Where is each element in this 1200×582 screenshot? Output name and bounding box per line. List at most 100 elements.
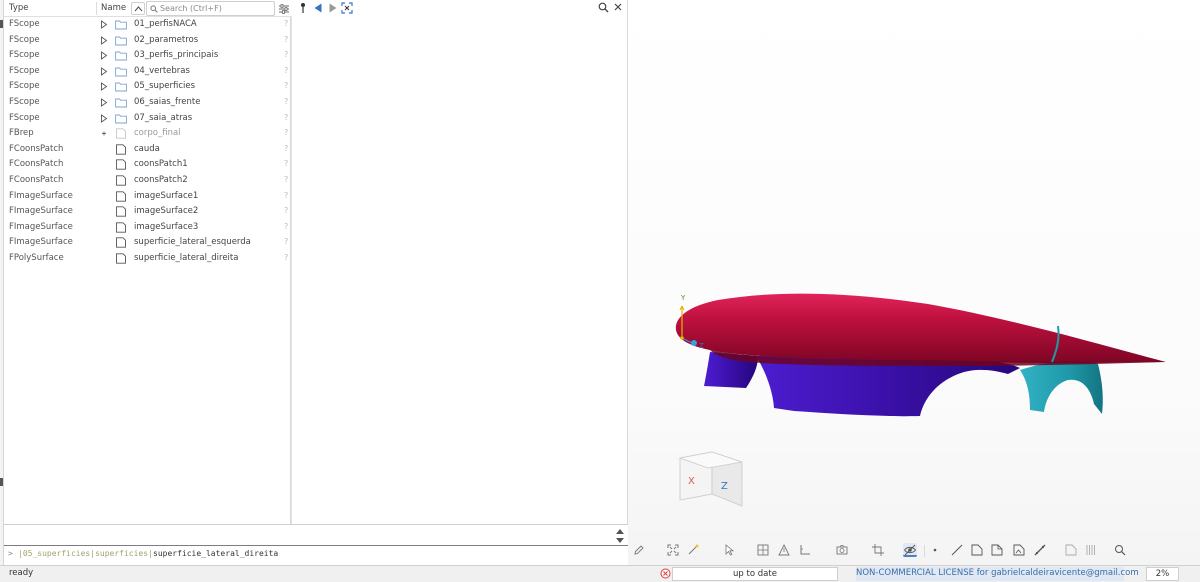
- tree-row[interactable]: FImageSurface imageSurface2 ?: [4, 204, 291, 220]
- expand-arrow-icon[interactable]: [100, 35, 108, 45]
- point-icon[interactable]: [928, 543, 942, 557]
- pencil-icon[interactable]: [632, 543, 646, 557]
- 3d-viewport[interactable]: Y Z X Z: [628, 0, 1200, 565]
- line-icon[interactable]: [950, 543, 964, 557]
- tree-row[interactable]: FScope 01_perfisNACA ?: [4, 17, 291, 33]
- row-type: FScope: [9, 65, 40, 76]
- camera-icon[interactable]: [835, 543, 849, 557]
- document-icon: [115, 206, 127, 217]
- row-type: FImageSurface: [9, 221, 73, 232]
- row-status: ?: [284, 81, 289, 91]
- expand-arrow-icon[interactable]: [100, 20, 108, 29]
- tree-row[interactable]: FScope 04_vertebras ?: [4, 64, 291, 80]
- tree-search[interactable]: [146, 1, 275, 16]
- row-name: 02_parametros: [134, 34, 199, 45]
- row-status: ?: [284, 159, 289, 169]
- update-status[interactable]: up to date: [672, 567, 838, 581]
- forward-arrow-icon[interactable]: [328, 2, 338, 14]
- row-name: 01_perfisNACA: [134, 19, 197, 29]
- row-type: FScope: [9, 81, 40, 92]
- fit-selection-icon[interactable]: [341, 2, 353, 14]
- license-status[interactable]: NON-COMMERCIAL LICENSE for gabrielcaldei…: [856, 567, 1139, 581]
- zoom-level[interactable]: 2%: [1146, 567, 1179, 581]
- tree-row[interactable]: FImageSurface imageSurface3 ?: [4, 220, 291, 236]
- properties-panel: [291, 0, 628, 524]
- row-status: ?: [284, 253, 289, 262]
- expand-arrow-icon[interactable]: [100, 51, 108, 61]
- view-cube[interactable]: X Z: [678, 451, 743, 507]
- row-status: ?: [284, 34, 289, 44]
- angle-icon[interactable]: [798, 543, 812, 557]
- image-icon[interactable]: [1012, 543, 1026, 557]
- plus-icon[interactable]: [100, 129, 108, 138]
- document-icon: [115, 175, 127, 186]
- tree-row[interactable]: FCoonsPatch coonsPatch1 ?: [4, 157, 291, 173]
- bars-icon[interactable]: [1084, 543, 1098, 557]
- tree-row[interactable]: FImageSurface imageSurface1 ?: [4, 189, 291, 205]
- tree-row[interactable]: FCoonsPatch cauda ?: [4, 142, 291, 158]
- expand-arrow-icon[interactable]: [100, 82, 108, 92]
- tree-row[interactable]: FImageSurface superficie_lateral_esquerd…: [4, 235, 291, 251]
- pointer-icon[interactable]: [722, 543, 736, 557]
- face-icon[interactable]: [1064, 543, 1078, 557]
- fit-all-icon[interactable]: [666, 543, 680, 557]
- folder-icon: [115, 66, 127, 77]
- row-name: 03_perfis_principais: [134, 50, 219, 61]
- visibility-icon[interactable]: [903, 543, 917, 557]
- column-divider[interactable]: [96, 2, 97, 15]
- folder-icon: [115, 81, 127, 92]
- sliders-icon: [279, 4, 289, 14]
- back-arrow-icon[interactable]: [313, 2, 323, 14]
- type-column-header[interactable]: Type: [9, 3, 29, 13]
- surface-copy-icon[interactable]: [990, 543, 1004, 557]
- row-type: FScope: [9, 50, 40, 61]
- status-text: ready: [9, 568, 34, 578]
- tree-row[interactable]: FScope 06_saias_frente ?: [4, 95, 291, 111]
- curve-icon[interactable]: [1033, 543, 1047, 557]
- row-status: ?: [284, 65, 289, 75]
- document-icon: [115, 253, 127, 264]
- tree-row[interactable]: FScope 03_perfis_principais ?: [4, 48, 291, 64]
- document-icon: [115, 128, 127, 139]
- name-column-header[interactable]: Name: [101, 3, 126, 13]
- expand-arrow-icon[interactable]: [100, 98, 108, 107]
- pin-icon[interactable]: [299, 2, 307, 14]
- search-input[interactable]: [160, 3, 272, 14]
- tree-row[interactable]: FScope 02_parametros ?: [4, 33, 291, 49]
- error-icon: [660, 568, 671, 579]
- expand-arrow-icon[interactable]: [100, 113, 108, 123]
- row-type: FScope: [9, 112, 40, 123]
- document-icon: [115, 190, 127, 202]
- tree-row[interactable]: FBrep corpo_final ?: [4, 126, 291, 142]
- row-status: ?: [284, 143, 289, 153]
- grid-icon[interactable]: [756, 543, 770, 557]
- status-bar: ready up to date NON-COMMERCIAL LICENSE …: [0, 565, 1200, 582]
- tree-row[interactable]: FScope 05_superficies ?: [4, 79, 291, 95]
- filter-settings-button[interactable]: [278, 3, 290, 14]
- sort-button[interactable]: [131, 2, 145, 15]
- surface-icon[interactable]: [970, 543, 984, 557]
- magic-icon[interactable]: [686, 543, 700, 557]
- tree-row[interactable]: FScope 07_saia_atras ?: [4, 111, 291, 127]
- tree-row[interactable]: FCoonsPatch coonsPatch2 ?: [4, 173, 291, 189]
- console-output[interactable]: [4, 524, 628, 545]
- edge-marker: [0, 20, 3, 28]
- row-name: imageSurface1: [134, 190, 199, 201]
- console-scroll-arrows[interactable]: [614, 526, 626, 546]
- expand-arrow-icon[interactable]: [100, 66, 108, 76]
- tree-row[interactable]: FPolySurface superficie_lateral_direita …: [4, 251, 291, 267]
- panel-divider[interactable]: [291, 16, 292, 524]
- command-line[interactable]: > |05_superficies|superficies| superfici…: [4, 545, 628, 563]
- console-prompt: >: [8, 549, 13, 558]
- crop-icon[interactable]: [871, 543, 885, 557]
- folder-icon: [115, 19, 127, 30]
- row-status: ?: [284, 237, 289, 247]
- row-type: FImageSurface: [9, 206, 73, 217]
- triangle-icon[interactable]: [777, 543, 791, 557]
- search-icon[interactable]: [598, 2, 609, 14]
- row-type: FScope: [9, 97, 40, 107]
- properties-toolbar: [291, 0, 628, 16]
- row-status: ?: [284, 206, 289, 216]
- close-icon[interactable]: [613, 2, 623, 14]
- zoom-icon[interactable]: [1113, 543, 1127, 557]
